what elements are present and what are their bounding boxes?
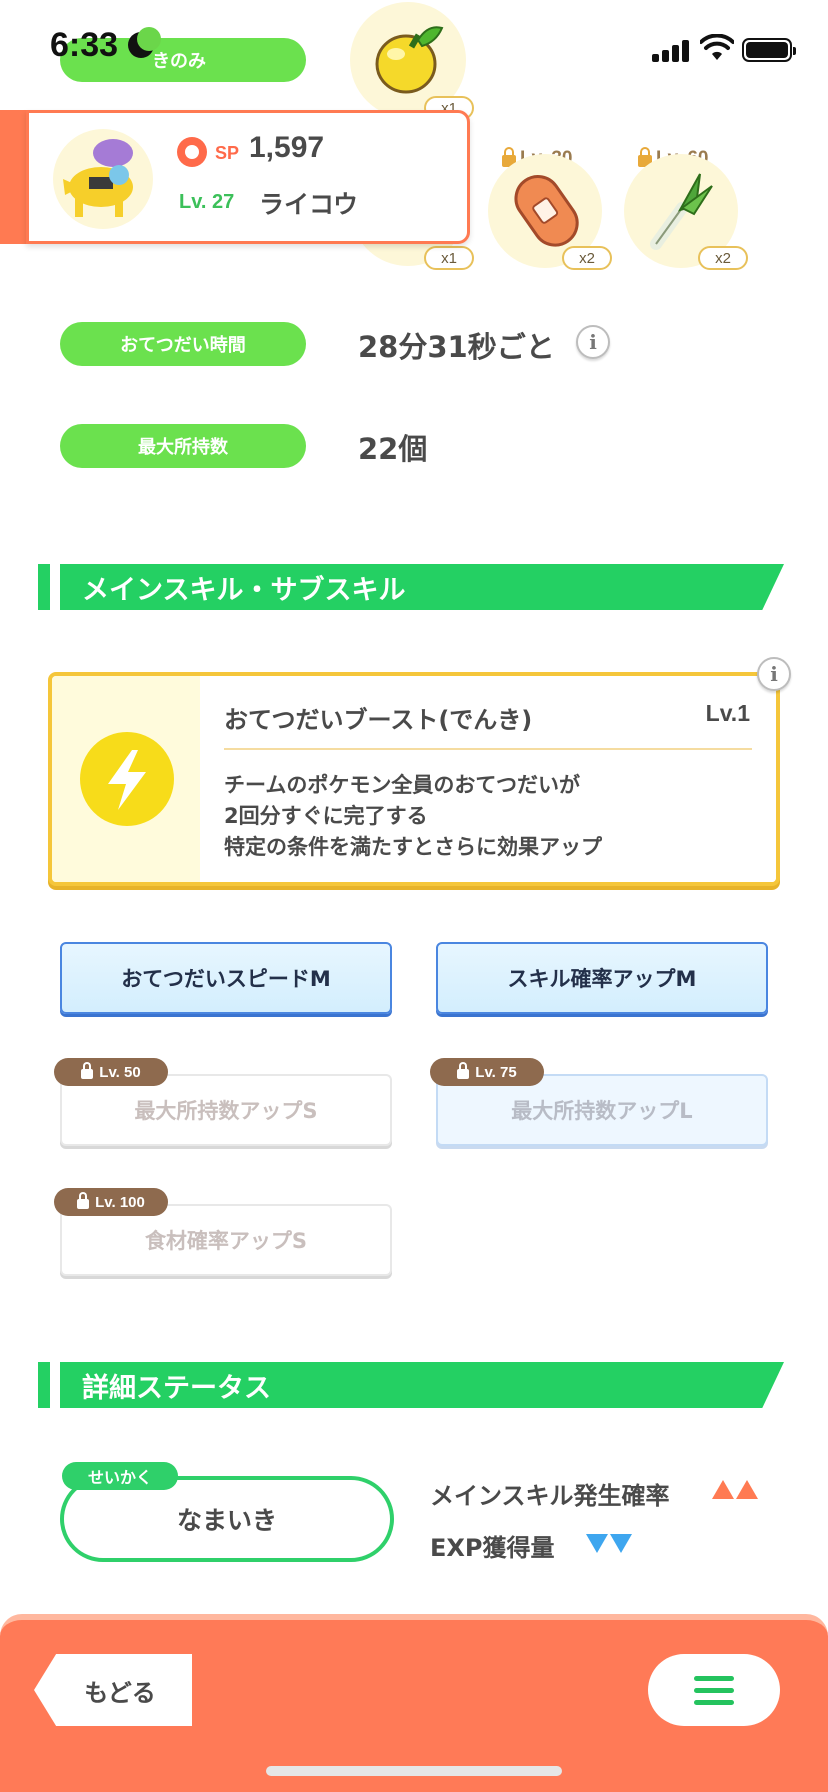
status-time: 6:33: [50, 26, 119, 64]
pokemon-name: ライコウ: [259, 190, 359, 219]
do-not-disturb-moon-icon: [128, 27, 161, 58]
ingredient-count-badge: x1: [424, 246, 474, 270]
main-skill-info-icon[interactable]: i: [757, 657, 791, 691]
ingredient-count-badge: x2: [562, 246, 612, 270]
pokemon-level: Lv. 27: [179, 191, 235, 213]
sub-skill-button[interactable]: おてつだいスピードM: [60, 942, 392, 1014]
max-carry-value: 22個: [358, 432, 428, 466]
max-carry-label: 最大所持数: [60, 424, 306, 468]
nature-tag: せいかく: [62, 1462, 178, 1490]
nature-down-stat: EXP獲得量: [430, 1534, 555, 1562]
back-button[interactable]: もどる: [34, 1654, 192, 1726]
section-tab-accent: [38, 1362, 50, 1408]
sub-skill-lock-tag: Lv. 50: [54, 1058, 168, 1086]
sp-value: 1,597: [249, 131, 325, 164]
electric-type-icon: [80, 732, 174, 826]
lock-icon: [77, 1191, 90, 1209]
stat-down-arrows-icon: [586, 1534, 632, 1553]
pokemon-card[interactable]: SP 1,597 Lv. 27 ライコウ: [26, 110, 470, 244]
lock-icon: [81, 1061, 94, 1079]
sub-skill-lock-tag: Lv. 75: [430, 1058, 544, 1086]
sub-skill-lock-tag: Lv. 100: [54, 1188, 168, 1216]
section-header-details: 詳細ステータス: [60, 1362, 784, 1408]
help-time-value: 28分31秒ごと: [358, 330, 555, 364]
divider: [224, 748, 752, 750]
nature-up-stat: メインスキル発生確率: [430, 1482, 670, 1510]
raikou-sprite-icon: [63, 139, 133, 217]
sub-skill-button[interactable]: スキル確率アップM: [436, 942, 768, 1014]
wifi-icon: [700, 34, 734, 60]
menu-button[interactable]: [648, 1654, 780, 1726]
ingredients-label: きのみ: [152, 51, 206, 72]
hamburger-icon: [694, 1675, 734, 1681]
help-time-info-icon[interactable]: i: [576, 325, 610, 359]
lock-icon: [457, 1061, 470, 1079]
home-indicator[interactable]: [266, 1766, 562, 1776]
main-skill-level: Lv.1: [705, 700, 750, 726]
cellular-signal-icon: [652, 38, 692, 62]
stat-up-arrows-icon: [712, 1480, 758, 1499]
help-time-label: おてつだい時間: [60, 322, 306, 366]
leek-icon: [650, 173, 713, 250]
lemon-icon: [375, 26, 444, 94]
sp-label: SP: [215, 143, 240, 163]
main-skill-description: チームのポケモン全員のおてつだいが 2回分すぐに完了する 特定の条件を満たすとさ…: [224, 773, 602, 859]
pokemon-avatar: [53, 129, 153, 229]
sausage-icon: [514, 175, 579, 247]
main-skill-name: おてつだいブースト(でんき): [224, 706, 533, 734]
section-header-skills: メインスキル・サブスキル: [60, 564, 784, 610]
battery-icon: [742, 38, 796, 62]
main-skill-card[interactable]: おてつだいブースト(でんき) Lv.1 チームのポケモン全員のおてつだいが 2回…: [48, 672, 780, 886]
sleep-point-icon: [177, 137, 207, 167]
section-tab-accent: [38, 564, 50, 610]
ingredient-count-badge: x2: [698, 246, 748, 270]
